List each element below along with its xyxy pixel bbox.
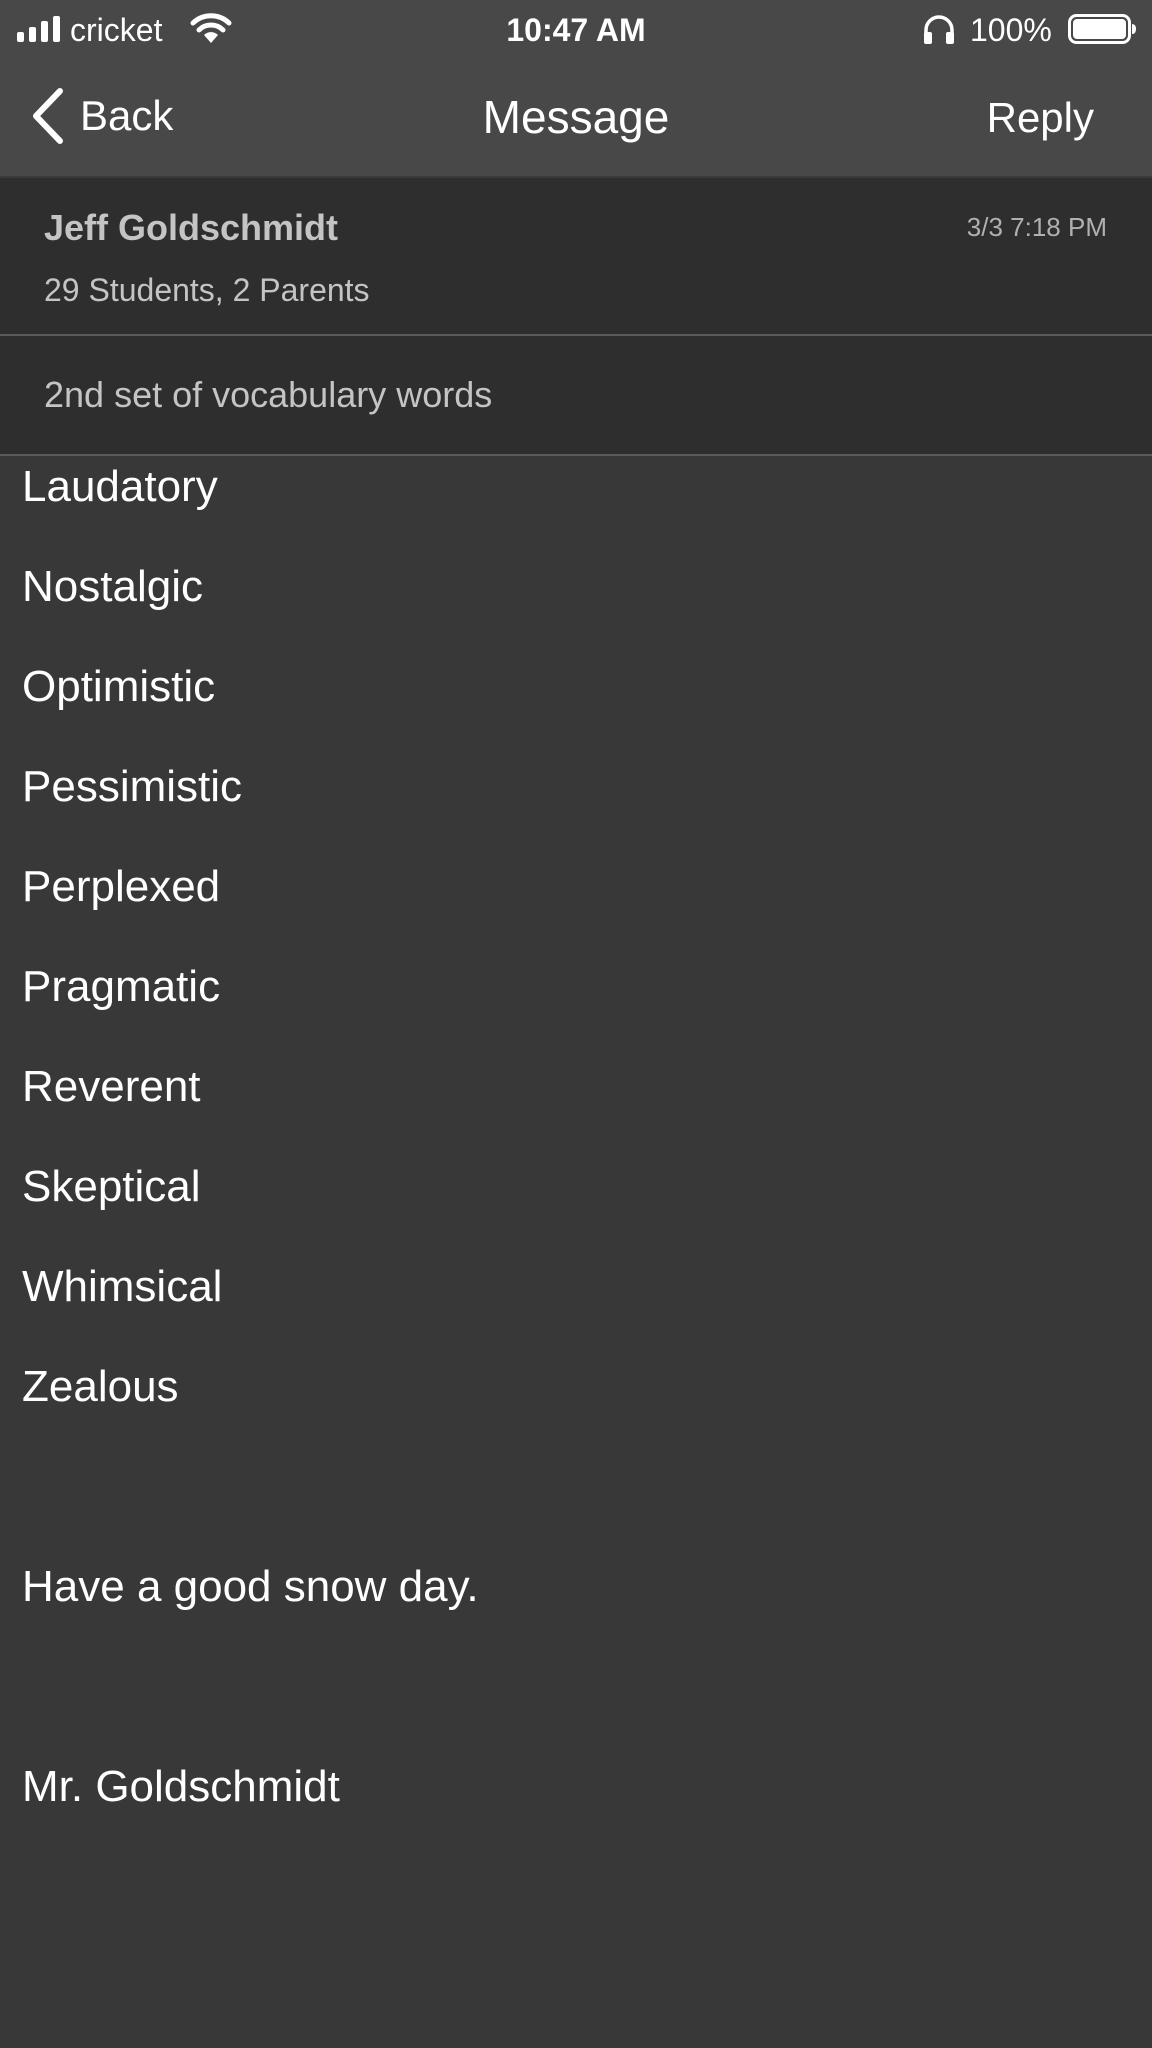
status-bar: cricket 10:47 AM 100% bbox=[0, 0, 1152, 58]
message-body: Laudatory Nostalgic Optimistic Pessimist… bbox=[0, 456, 1152, 2048]
vocab-word: Optimistic bbox=[22, 662, 216, 711]
vocab-word: Pessimistic bbox=[22, 762, 243, 811]
signature: Mr. Goldschmidt bbox=[22, 1762, 340, 1811]
page-title: Message bbox=[482, 91, 670, 143]
top-bar: cricket 10:47 AM 100% Back Message Reply bbox=[0, 0, 1152, 178]
message-header: Jeff Goldschmidt 3/3 7:18 PM 29 Students… bbox=[0, 178, 1152, 336]
message-subject: 2nd set of vocabulary words bbox=[44, 374, 493, 415]
vocab-word: Laudatory bbox=[22, 462, 218, 511]
subject-bar: 2nd set of vocabulary words bbox=[0, 336, 1152, 456]
vocab-word: Skeptical bbox=[22, 1162, 201, 1211]
vocab-word: Nostalgic bbox=[22, 562, 203, 611]
reply-button[interactable]: Reply bbox=[987, 92, 1094, 144]
message-timestamp: 3/3 7:18 PM bbox=[966, 212, 1107, 242]
nav-bar: Back Message Reply bbox=[0, 58, 1152, 176]
vocab-word: Perplexed bbox=[22, 862, 221, 911]
battery-icon bbox=[1068, 14, 1136, 44]
message-recipients: 29 Students, 2 Parents bbox=[44, 272, 370, 308]
battery-percent: 100% bbox=[970, 12, 1052, 48]
vocab-word: Reverent bbox=[22, 1062, 201, 1111]
vocab-word: Whimsical bbox=[22, 1262, 223, 1311]
headphones-icon bbox=[924, 15, 954, 44]
sender-name: Jeff Goldschmidt bbox=[44, 207, 339, 248]
vocab-word: Zealous bbox=[22, 1362, 179, 1411]
vocab-word: Pragmatic bbox=[22, 962, 221, 1011]
closing-line: Have a good snow day. bbox=[22, 1562, 479, 1611]
